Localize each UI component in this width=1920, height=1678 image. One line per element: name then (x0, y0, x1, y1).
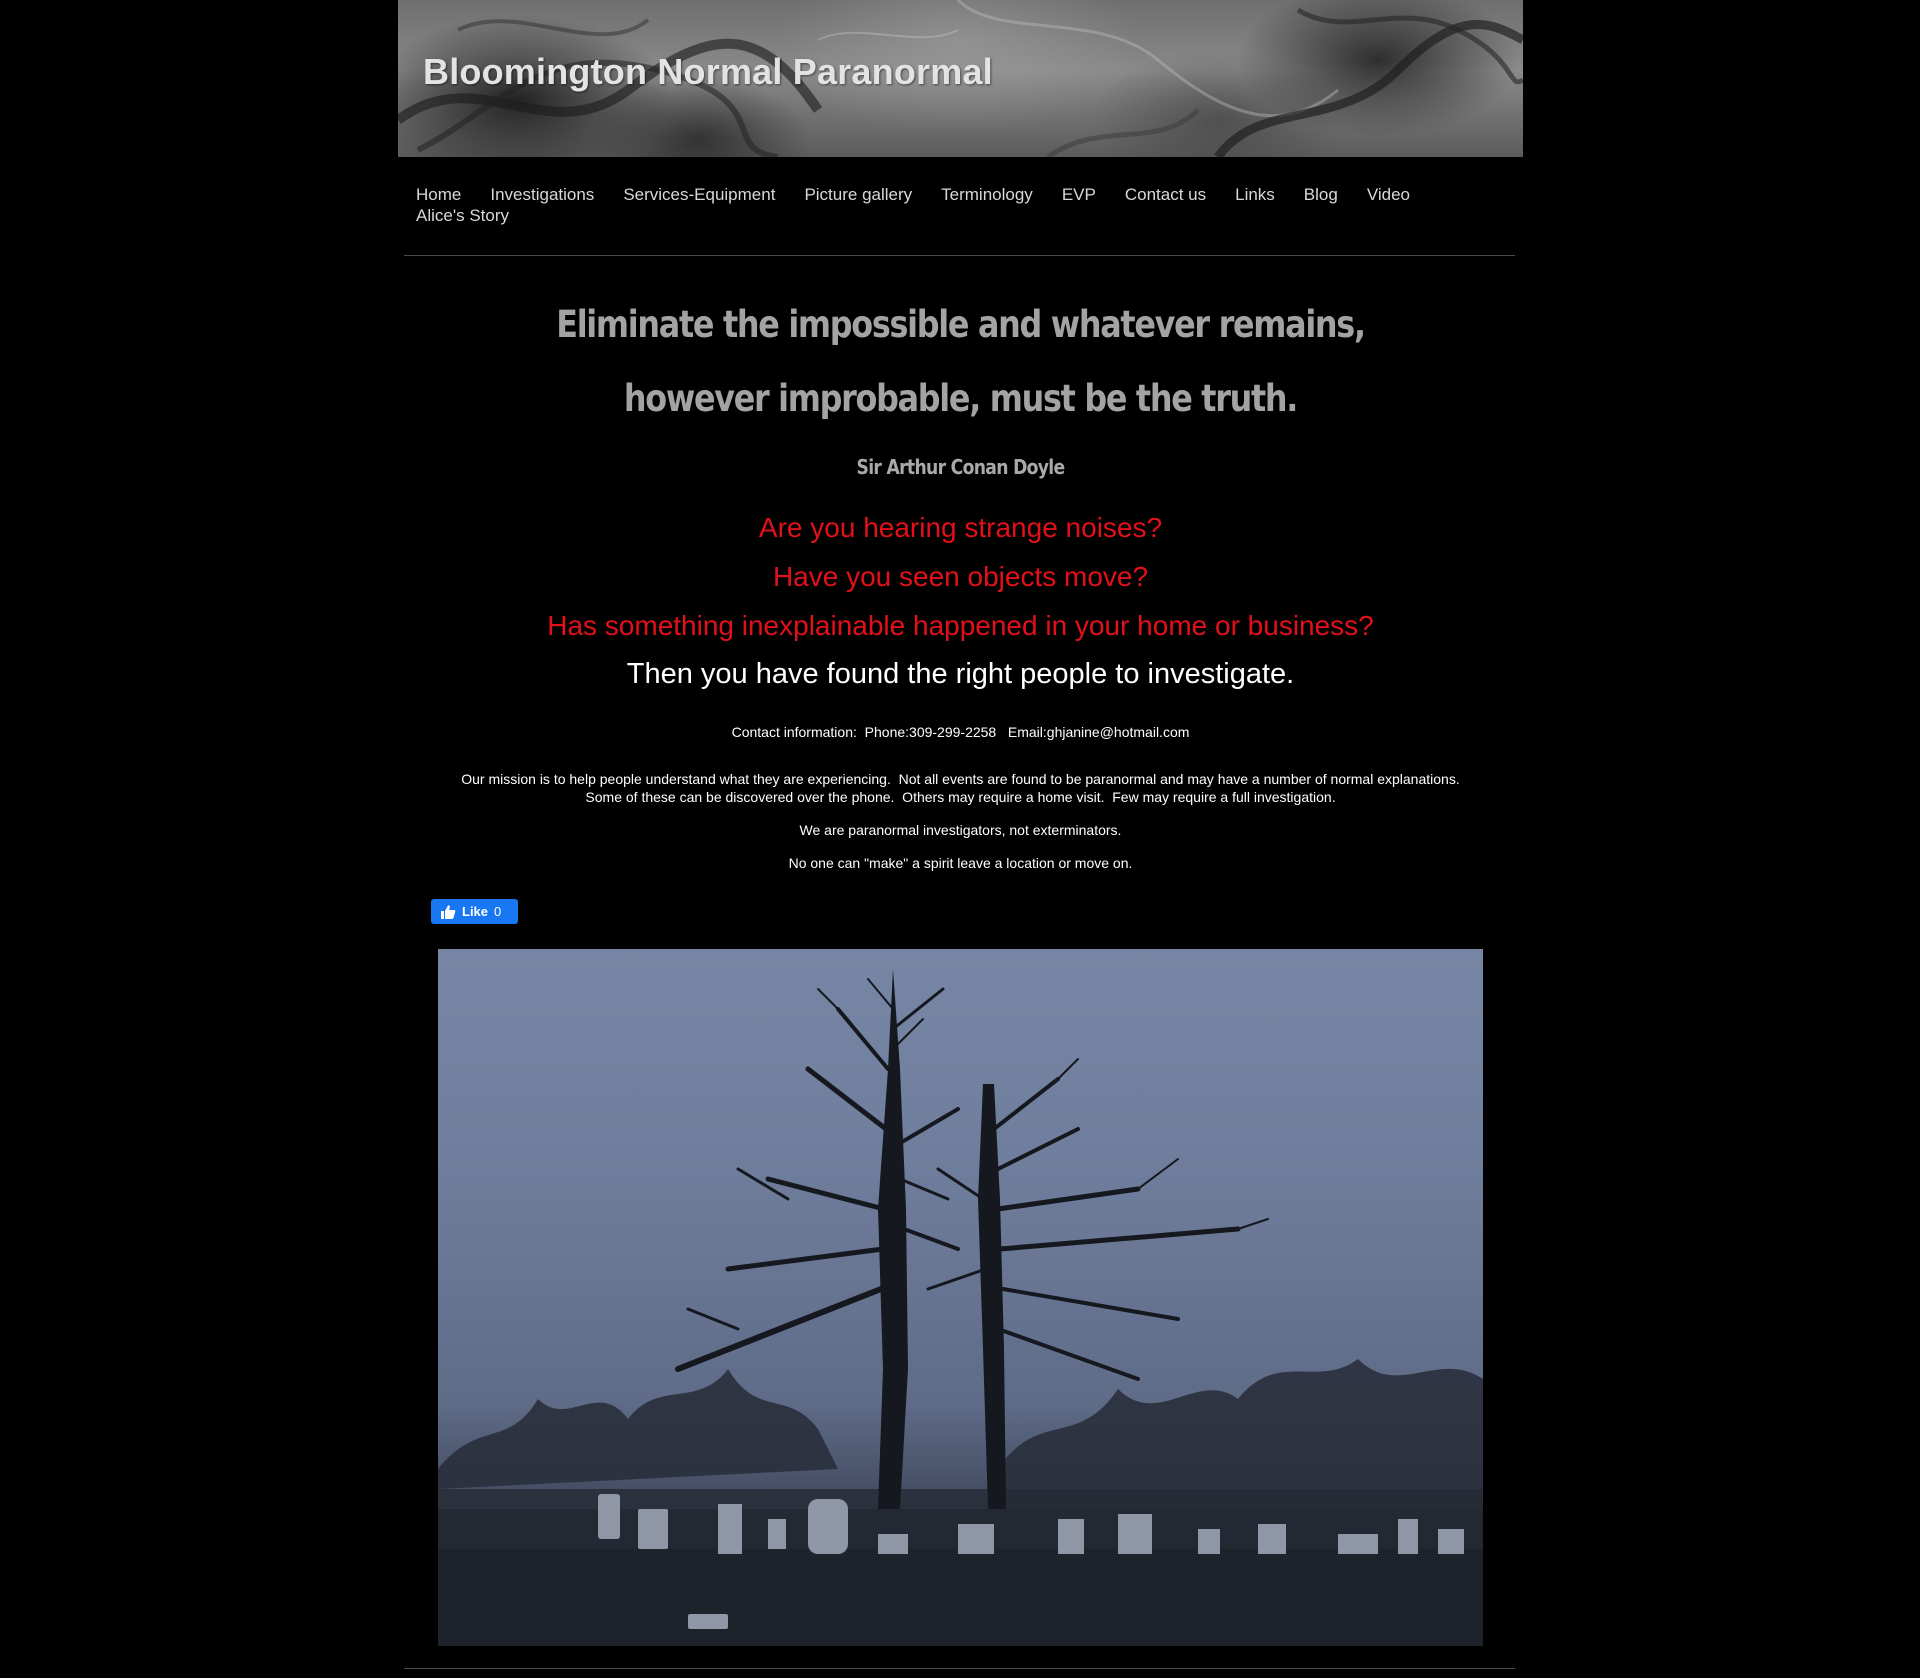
nav-evp[interactable]: EVP (1062, 184, 1096, 205)
quote-line-2: however improbable, must be the truth. (623, 377, 1298, 420)
nav-row-2: Alice's Story (416, 205, 1506, 226)
quote-line-2-wrap: however improbable, must be the truth. (398, 377, 1523, 420)
like-label: Like (462, 904, 489, 919)
mission-line-1: Our mission is to help people understand… (461, 771, 1460, 787)
nav-video[interactable]: Video (1367, 184, 1410, 205)
thumbs-up-icon (441, 904, 456, 919)
question-objects: Have you seen objects move? (772, 561, 1149, 592)
footer-divider (404, 1668, 1515, 1669)
nav-blog[interactable]: Blog (1304, 184, 1338, 205)
quote-author-wrap: Sir Arthur Conan Doyle (398, 455, 1523, 479)
like-count: 0 (494, 904, 502, 919)
cemetery-photo (438, 949, 1483, 1646)
nav-terminology[interactable]: Terminology (941, 184, 1033, 205)
nav-home[interactable]: Home (416, 184, 461, 205)
quote-line-1: Eliminate the impossible and whatever re… (556, 303, 1366, 346)
question-inexplainable: Has something inexplainable happened in … (547, 610, 1374, 641)
nav-investigations[interactable]: Investigations (490, 184, 594, 205)
quote-author: Sir Arthur Conan Doyle (856, 455, 1066, 479)
contact-information: Contact information: Phone:309-299-2258 … (731, 724, 1190, 740)
page-container: Bloomington Normal Paranormal Home Inves… (398, 0, 1523, 1678)
dead-trees-cemetery-image (438, 969, 1483, 1646)
main-navigation: Home Investigations Services-Equipment P… (416, 184, 1506, 226)
header-banner: Bloomington Normal Paranormal (398, 0, 1523, 157)
answer-statement: Then you have found the right people to … (626, 658, 1295, 690)
quote-line-1-wrap: Eliminate the impossible and whatever re… (398, 303, 1523, 346)
facebook-like-button[interactable]: Like 0 (431, 899, 518, 924)
mission-line-2: Some of these can be discovered over the… (585, 789, 1336, 805)
site-title: Bloomington Normal Paranormal (423, 51, 993, 92)
nav-contact-us[interactable]: Contact us (1125, 184, 1206, 205)
nav-services-equipment[interactable]: Services-Equipment (623, 184, 775, 205)
nav-picture-gallery[interactable]: Picture gallery (804, 184, 912, 205)
nav-divider (404, 255, 1515, 256)
nav-row-1: Home Investigations Services-Equipment P… (416, 184, 1506, 205)
question-noises: Are you hearing strange noises? (758, 512, 1163, 543)
mission-line-3: We are paranormal investigators, not ext… (799, 822, 1122, 838)
mission-line-4: No one can "make" a spirit leave a locat… (788, 855, 1133, 871)
nav-links[interactable]: Links (1235, 184, 1275, 205)
nav-alices-story[interactable]: Alice's Story (416, 205, 509, 226)
